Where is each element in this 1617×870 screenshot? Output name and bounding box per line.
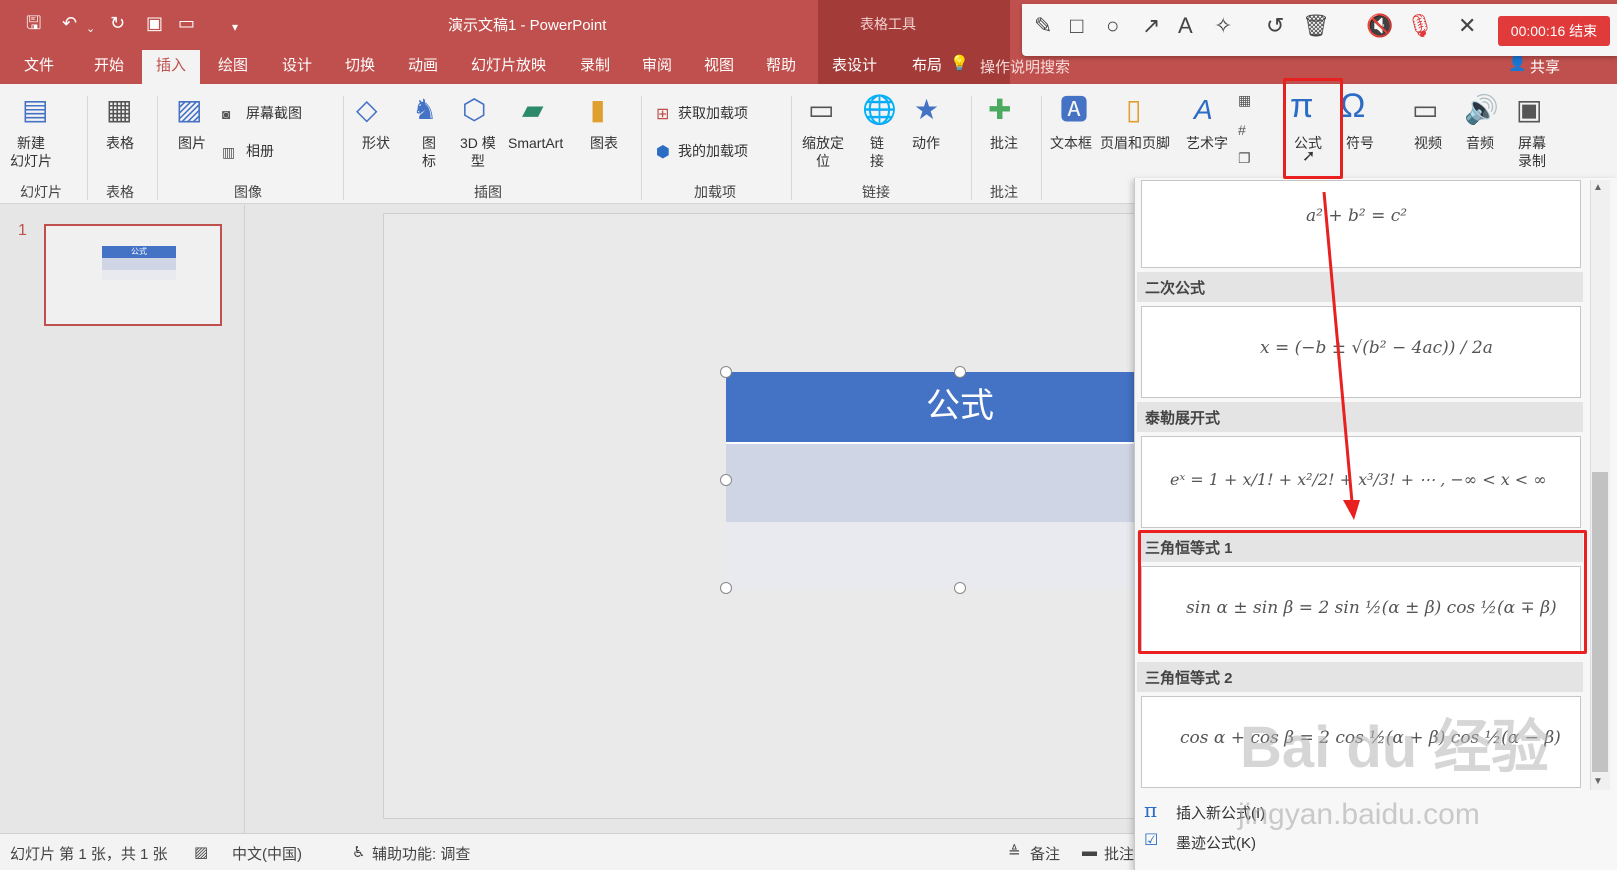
- arrow-head: [1343, 500, 1360, 520]
- watermark-url: jingyan.baidu.com: [1238, 798, 1480, 831]
- arrow-line: [1322, 191, 1354, 503]
- powerpoint-window: 表格工具 🖫 ↶ ⌄ ↻ ▣ ▭ ▾ 演示文稿1 - PowerPoint 文件…: [0, 0, 1617, 870]
- watermark-brand: Bai du 经验: [1240, 715, 1550, 780]
